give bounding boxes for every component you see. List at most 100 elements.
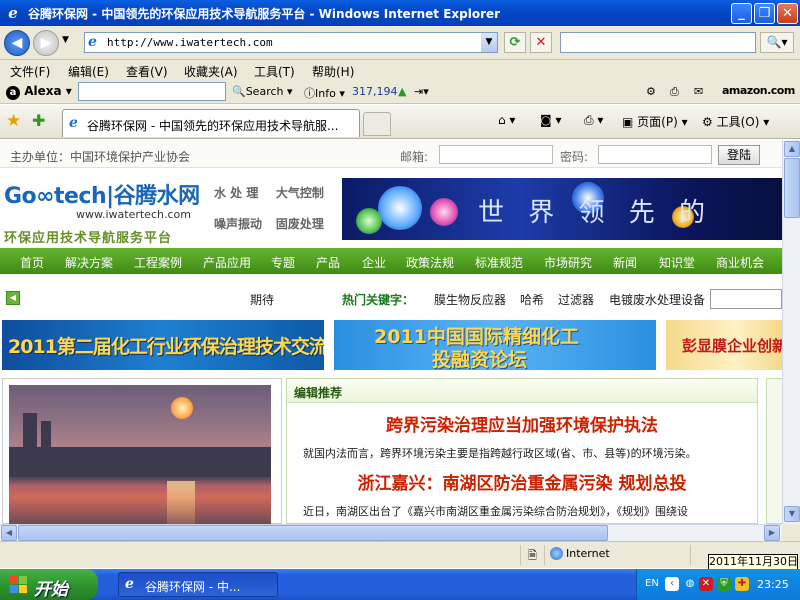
nav-knowledge[interactable]: 知识堂: [659, 254, 695, 271]
alexa-share-icon[interactable]: ⇥▾: [414, 85, 429, 98]
history-dropdown-icon[interactable]: ▼: [62, 35, 69, 45]
nav-cases[interactable]: 工程案例: [134, 254, 182, 271]
tools-menu-button[interactable]: ⚙ 工具(O) ▾: [702, 113, 769, 130]
nav-topics[interactable]: 专题: [271, 254, 295, 271]
favorites-star-icon[interactable]: ★: [6, 111, 21, 131]
site-host: 主办单位：中国环境保护产业协会: [10, 150, 191, 164]
vertical-scroll-thumb[interactable]: [784, 158, 800, 218]
alexa-search-input[interactable]: [78, 82, 226, 101]
login-button[interactable]: 登陆: [718, 145, 760, 165]
menu-tools[interactable]: 工具(T): [254, 63, 295, 80]
menu-file[interactable]: 文件(F): [10, 63, 50, 80]
category-noise[interactable]: 噪声振动: [214, 215, 272, 232]
nav-policies[interactable]: 政策法规: [406, 254, 454, 271]
scroll-up-icon[interactable]: ▲: [784, 141, 800, 157]
category-air[interactable]: 大气控制: [276, 184, 324, 201]
ad-banner-membrane[interactable]: 彭显膜企业创新: [666, 320, 782, 370]
stop-button[interactable]: ✕: [530, 32, 552, 53]
menu-view[interactable]: 查看(V): [126, 63, 168, 80]
headline-2[interactable]: 浙江嘉兴：南湖区防治重金属污染 规划总投: [287, 469, 757, 494]
print-icon[interactable]: ⎙ ▾: [584, 113, 603, 128]
security-alert-icon[interactable]: ✕: [699, 577, 713, 591]
nav-market[interactable]: 市场研究: [544, 254, 592, 271]
language-indicator[interactable]: EN: [645, 578, 659, 589]
clock[interactable]: 23:25: [757, 578, 789, 591]
vertical-scrollbar[interactable]: ▲ ▼: [782, 140, 800, 524]
menu-favorites[interactable]: 收藏夹(A): [184, 63, 238, 80]
category-waste[interactable]: 固废处理: [276, 215, 324, 232]
ad-banner-chemical-forum[interactable]: 2011第二届化工行业环保治理技术交流会: [2, 320, 324, 370]
ad-banner-fine-chemical[interactable]: 2011中国国际精细化工 投融资论坛: [334, 320, 656, 370]
nav-product-apps[interactable]: 产品应用: [203, 254, 251, 271]
title-bar: e 谷腾环保网 - 中国领先的环保应用技术导航服务平台 - Windows In…: [0, 0, 800, 26]
nav-news[interactable]: 新闻: [613, 254, 637, 271]
menu-help[interactable]: 帮助(H): [312, 63, 354, 80]
add-favorite-icon[interactable]: ✚: [32, 111, 45, 130]
featured-photo[interactable]: [2, 378, 282, 524]
scroll-right-icon[interactable]: ▶: [764, 525, 780, 541]
menu-edit[interactable]: 编辑(E): [68, 63, 109, 80]
nav-companies[interactable]: 企业: [362, 254, 386, 271]
hot-keyword-mbr[interactable]: 膜生物反应器: [434, 291, 506, 308]
search-input[interactable]: [560, 32, 756, 53]
address-url[interactable]: http://www.iwatertech.com: [107, 36, 273, 49]
taskbar-item-label: 谷腾环保网 - 中...: [145, 580, 241, 594]
category-links: 水 处 理 大气控制 噪声振动 固废处理: [214, 184, 334, 246]
tab-active[interactable]: e 谷腾环保网 - 中国领先的环保应用技术导航服...: [62, 109, 360, 137]
status-page-icon: 🗎: [528, 549, 537, 562]
search-go-button[interactable]: 🔍▾: [760, 32, 794, 53]
close-button[interactable]: ✕: [777, 3, 798, 24]
network-icon[interactable]: ◍: [683, 577, 697, 591]
horizontal-scroll-thumb[interactable]: [18, 525, 608, 541]
address-field[interactable]: e http://www.iwatertech.com ▼: [84, 32, 498, 53]
nav-standards[interactable]: 标准规范: [475, 254, 523, 271]
header-banner[interactable]: 世 界 领 先 的: [342, 178, 782, 240]
hot-keyword-plating[interactable]: 电镀废水处理设备: [609, 291, 705, 308]
site-search-input[interactable]: [710, 289, 782, 309]
alexa-mail-icon[interactable]: ✉: [694, 85, 703, 98]
status-bar: 🗎 Internet: [0, 541, 800, 568]
alexa-logo[interactable]: a Alexa ▾: [6, 84, 72, 100]
home-icon[interactable]: ⌂ ▾: [498, 113, 515, 127]
refresh-button[interactable]: ⟳: [504, 32, 526, 53]
minimize-button[interactable]: _: [731, 3, 752, 24]
hot-keyword-hach[interactable]: 哈希: [520, 291, 544, 308]
alexa-a-icon: a: [6, 86, 20, 100]
hot-prefix: 期待: [250, 293, 275, 307]
amazon-link[interactable]: amazon.com: [722, 84, 795, 97]
new-tab-button[interactable]: [363, 112, 391, 136]
headline-1[interactable]: 跨界污染治理应当加强环境保护执法: [287, 411, 757, 436]
rss-feed-icon[interactable]: ◙ ▾: [540, 113, 561, 127]
page-menu-button[interactable]: ▣ 页面(P) ▾: [622, 113, 688, 130]
taskbar-item-ie[interactable]: e 谷腾环保网 - 中...: [118, 572, 278, 597]
alexa-print-icon[interactable]: ⎙: [670, 85, 679, 99]
alexa-info-button[interactable]: ⓘInfo ▾: [304, 85, 345, 101]
email-field[interactable]: [439, 145, 553, 164]
editor-picks-panel: 编辑推荐 跨界污染治理应当加强环境保护执法 就国内法而言，跨界环境污染主要是指跨…: [286, 378, 758, 524]
nav-solutions[interactable]: 解决方案: [65, 254, 113, 271]
alexa-search-button[interactable]: 🔍Search ▾: [232, 85, 293, 98]
scroll-down-icon[interactable]: ▼: [784, 506, 800, 522]
sunset-image: [9, 385, 271, 524]
address-dropdown-icon[interactable]: ▼: [481, 33, 497, 52]
update-icon[interactable]: ✚: [735, 577, 749, 591]
back-button[interactable]: ◀: [4, 30, 30, 56]
nav-products[interactable]: 产品: [316, 254, 340, 271]
nav-home[interactable]: 首页: [20, 254, 44, 271]
horizontal-scrollbar[interactable]: ◀ ▶: [0, 524, 782, 541]
page-icon: e: [88, 34, 97, 50]
scroll-left-icon[interactable]: ◀: [1, 525, 17, 541]
site-logo[interactable]: Go∞tech|谷腾水网 www.iwatertech.com 环保应用技术导航…: [4, 178, 204, 246]
nav-business[interactable]: 商业机会: [716, 254, 764, 271]
forward-button[interactable]: ▶: [33, 30, 59, 56]
restore-button[interactable]: ❐: [754, 3, 775, 24]
start-button[interactable]: 开始: [0, 569, 98, 600]
brand-name: Go∞tech|谷腾水网: [4, 184, 200, 209]
hot-keyword-filter[interactable]: 过滤器: [558, 291, 594, 308]
category-water[interactable]: 水 处 理: [214, 184, 272, 201]
password-field[interactable]: [598, 145, 712, 164]
hot-keywords-row: ◀ 期待 热门关键字： 膜生物反应器 哈希 过滤器 电镀废水处理设备: [0, 286, 782, 310]
tray-arrow-icon[interactable]: ‹: [665, 577, 679, 591]
shield-icon[interactable]: ⛨: [717, 577, 731, 591]
alexa-settings-icon[interactable]: ⚙: [646, 85, 656, 98]
